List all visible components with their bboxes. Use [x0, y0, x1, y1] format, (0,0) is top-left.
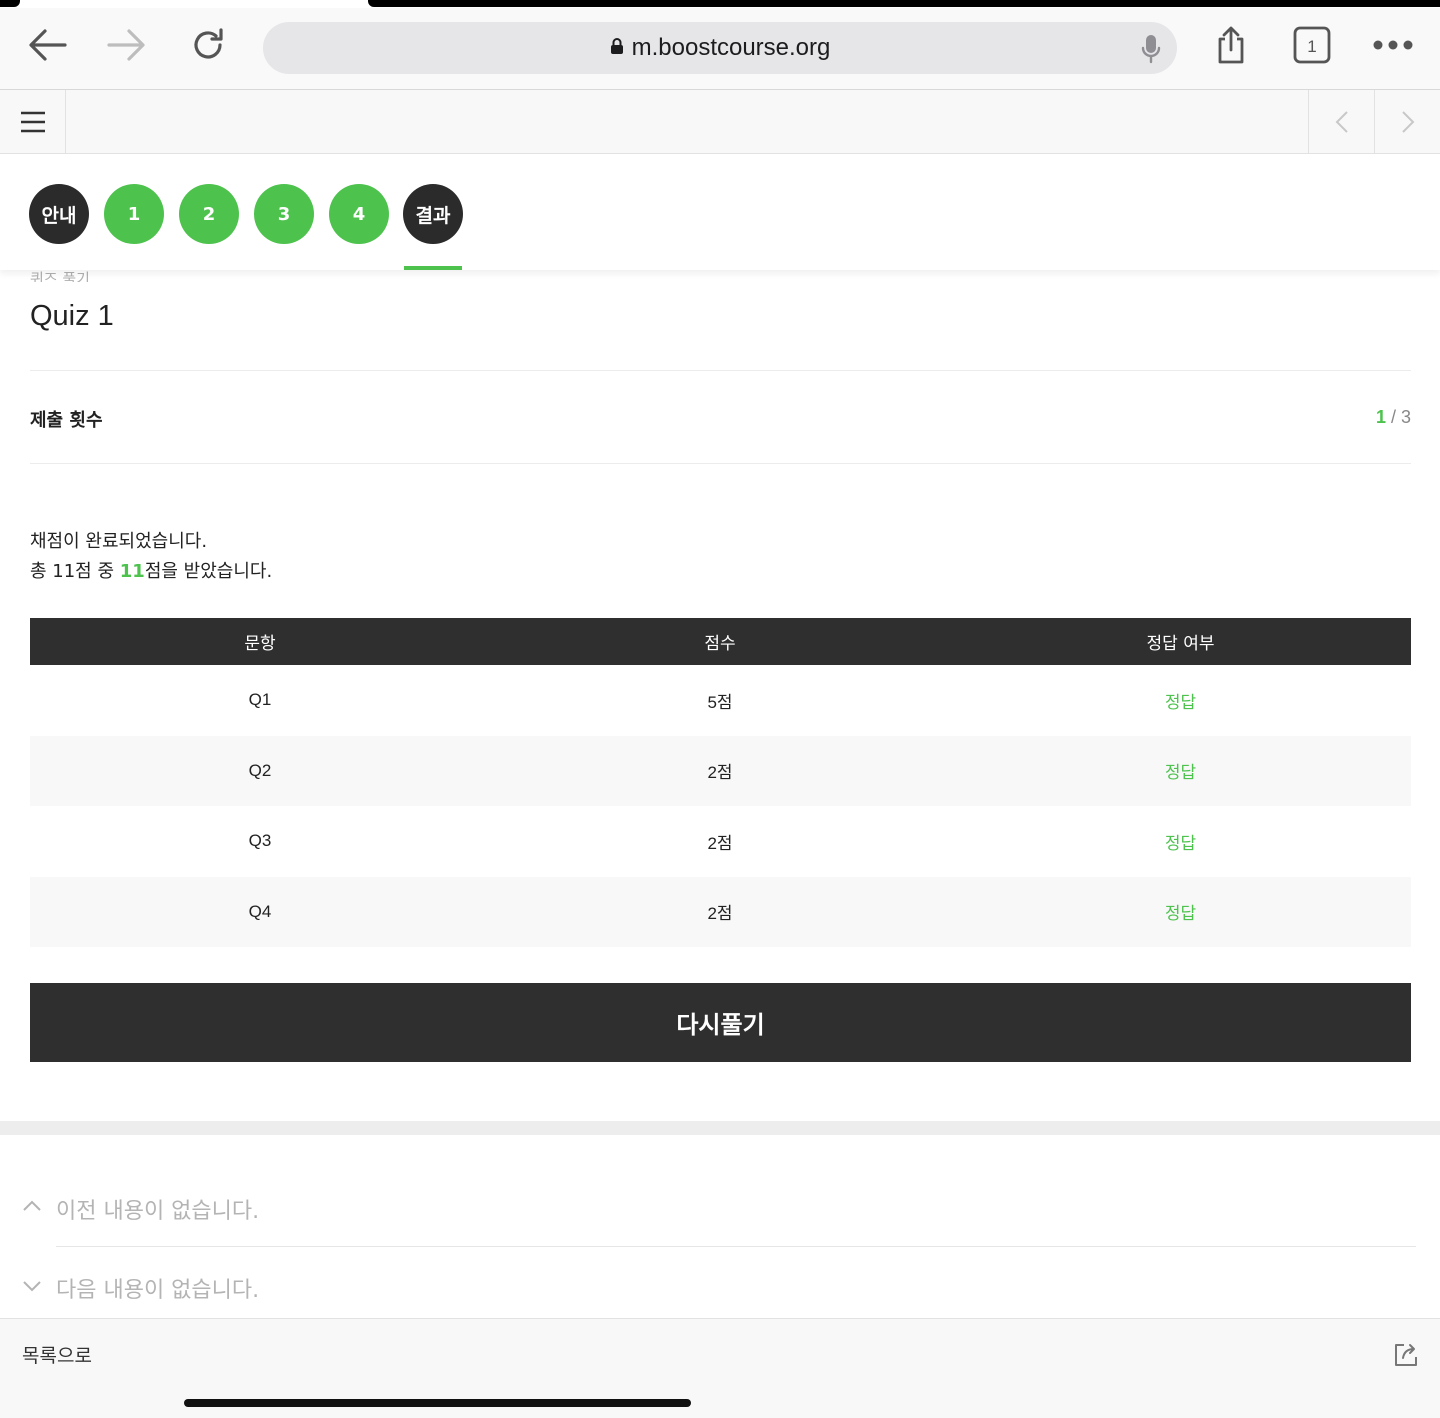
to-list-link[interactable]: 목록으로 — [22, 1341, 92, 1368]
url-text: m.boostcourse.org — [631, 34, 831, 61]
grading-complete-message: 채점이 완료되었습니다. — [30, 531, 208, 552]
tab-count: 1 — [1307, 37, 1316, 56]
chevron-left-icon[interactable] — [1308, 90, 1374, 153]
step-tab-label: 3 — [277, 203, 291, 225]
status-strip-left — [0, 0, 20, 7]
bottom-bar: 목록으로 — [0, 1318, 1440, 1418]
external-share-icon[interactable] — [1392, 1341, 1418, 1371]
reload-icon[interactable] — [185, 22, 231, 68]
next-content-row[interactable]: 다음 내용이 없습니다. — [0, 1247, 1440, 1319]
page-subtitle: 퀴즈 풀기 — [30, 270, 90, 282]
submission-count-value: 1 / 3 — [1376, 407, 1411, 428]
lock-icon — [610, 34, 624, 62]
submission-count-label: 제출 횟수 — [30, 410, 103, 431]
step-tab-result[interactable]: 결과 — [403, 184, 463, 244]
chevron-down-icon — [22, 1277, 42, 1296]
question-cell: Q1 — [248, 690, 272, 710]
home-indicator — [184, 1399, 691, 1407]
question-cell: Q3 — [248, 831, 272, 851]
hamburger-menu-icon[interactable] — [0, 90, 66, 153]
correct-status-cell: 정답 — [950, 735, 1411, 806]
submission-total: 3 — [1400, 407, 1411, 427]
previous-content-row[interactable]: 이전 내용이 없습니다. — [0, 1167, 1440, 1247]
tabs-icon[interactable]: 1 — [1289, 22, 1335, 68]
step-tab-label: 4 — [352, 203, 366, 225]
course-navbar — [0, 90, 1440, 154]
submission-current: 1 — [1375, 407, 1386, 427]
divider — [30, 370, 1411, 371]
step-tab-3[interactable]: 3 — [254, 184, 314, 244]
back-arrow-icon[interactable] — [24, 22, 70, 68]
column-header-question: 문항 — [30, 618, 490, 665]
address-bar[interactable]: m.boostcourse.org — [263, 22, 1177, 74]
section-separator — [0, 1121, 1440, 1135]
score-message-suffix: 점을 받았습니다. — [144, 561, 273, 582]
step-tab-label: 안내 — [41, 204, 77, 227]
forward-arrow-icon[interactable] — [104, 22, 150, 68]
step-tab-label: 1 — [127, 203, 141, 225]
score-cell: 2점 — [490, 735, 950, 806]
status-strip — [0, 0, 1440, 8]
divider — [30, 463, 1411, 464]
page-title: Quiz 1 — [30, 300, 114, 332]
table-row: Q2 2점 정답 — [30, 735, 1411, 806]
step-tab-2[interactable]: 2 — [179, 184, 239, 244]
correct-status-cell: 정답 — [1164, 692, 1197, 713]
retry-button[interactable]: 다시풀기 — [30, 983, 1411, 1062]
step-tab-label: 2 — [202, 203, 216, 225]
table-header-row: 문항 점수 정답 여부 — [30, 618, 1411, 665]
status-strip-right — [368, 0, 1440, 7]
score-value: 11 — [119, 561, 145, 582]
table-row: Q3 2점 정답 — [30, 806, 1411, 877]
next-content-text: 다음 내용이 없습니다. — [56, 1278, 260, 1303]
step-tab-label: 결과 — [415, 204, 451, 227]
microphone-icon[interactable] — [1141, 34, 1161, 68]
score-message-prefix: 총 11점 중 — [30, 561, 120, 582]
score-cell: 5점 — [707, 692, 733, 712]
correct-status-cell: 정답 — [1164, 833, 1197, 854]
previous-content-text: 이전 내용이 없습니다. — [56, 1199, 260, 1224]
share-icon[interactable] — [1208, 22, 1254, 68]
chevron-up-icon — [22, 1197, 42, 1216]
more-icon[interactable] — [1370, 22, 1416, 68]
correct-status-cell: 정답 — [950, 876, 1411, 947]
column-header-correct: 정답 여부 — [950, 618, 1411, 665]
score-cell: 2점 — [707, 833, 733, 853]
column-header-score: 점수 — [490, 618, 950, 665]
browser-toolbar: m.boostcourse.org 1 — [0, 8, 1440, 90]
table-row: Q1 5점 정답 — [30, 665, 1411, 736]
question-cell: Q2 — [30, 735, 490, 806]
active-tab-indicator — [404, 266, 462, 270]
step-tab-4[interactable]: 4 — [329, 184, 389, 244]
submission-separator: / — [1385, 407, 1401, 427]
table-row: Q4 2점 정답 — [30, 876, 1411, 947]
step-tab-intro[interactable]: 안내 — [29, 184, 89, 244]
score-message: 총 11점 중 11점을 받았습니다. — [30, 557, 272, 583]
step-tab-1[interactable]: 1 — [104, 184, 164, 244]
question-cell: Q4 — [30, 876, 490, 947]
step-tabs: 안내 1 2 3 4 결과 — [0, 154, 1440, 270]
results-table: 문항 점수 정답 여부 Q1 5점 정답 Q2 2점 정답 Q3 2점 정답 Q… — [30, 618, 1411, 947]
chevron-right-icon[interactable] — [1374, 90, 1440, 153]
score-cell: 2점 — [490, 876, 950, 947]
